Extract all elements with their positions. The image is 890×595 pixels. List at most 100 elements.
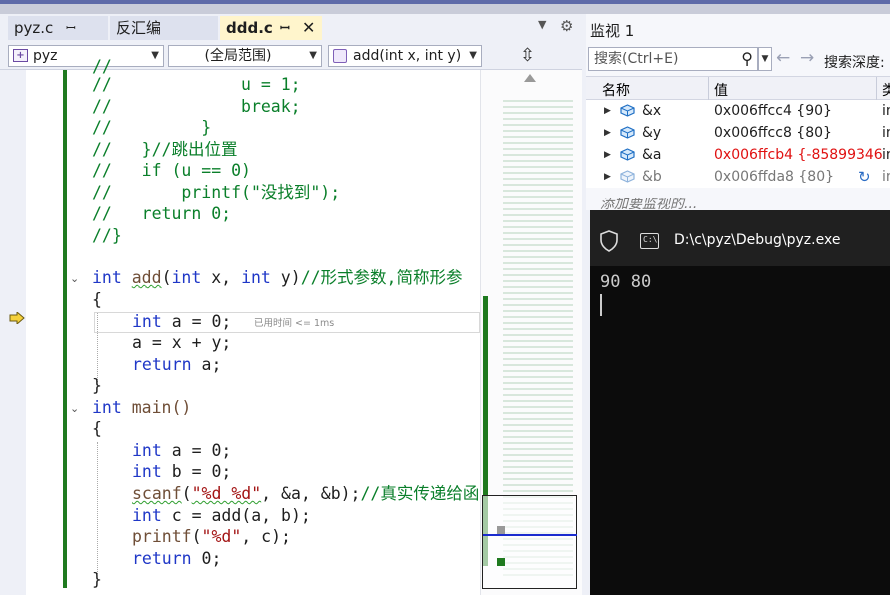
watch-row-b[interactable]: ▶ &b 0x006ffda8 {80} ↻ in [586, 166, 890, 188]
console-window[interactable]: C:\ D:\c\pyz\Debug\pyz.exe 90 80 [590, 210, 890, 595]
code-token: a = 0; [161, 441, 232, 460]
watch-search-input[interactable]: 搜索(Ctrl+E) ⚲ [588, 47, 758, 71]
console-cursor [600, 294, 602, 316]
code-line: int b = 0; [132, 461, 231, 483]
pin-icon[interactable]: ꟷ [280, 16, 290, 40]
tab-list-dropdown-icon[interactable]: ▼ [538, 18, 546, 31]
watch-type: in [882, 169, 890, 185]
tab-label: 反汇编 [116, 19, 162, 37]
watch-value[interactable]: 0x006ffcc4 {90} [714, 100, 884, 122]
tab-label: ddd.c [226, 19, 273, 37]
arrow-right-icon[interactable]: → [800, 48, 814, 68]
console-title: D:\c\pyz\Debug\pyz.exe [674, 232, 841, 248]
minimap-marker [497, 558, 505, 566]
code-token: "%d" [201, 527, 242, 546]
minimap-marker [497, 526, 505, 534]
watch-type: in [882, 125, 890, 141]
code-line: // break; [92, 97, 301, 116]
code-token: ( [161, 268, 172, 287]
code-token: //真实传递给函 [360, 484, 480, 503]
terminal-icon: C:\ [640, 233, 659, 249]
minimap-viewport-thumb[interactable] [482, 495, 577, 589]
code-token: x, [201, 268, 242, 287]
column-value[interactable]: 值 [714, 80, 728, 100]
code-line: // u = 1; [92, 75, 301, 94]
code-token: int [132, 312, 162, 331]
code-token: //形式参数,简称形参 [300, 268, 463, 287]
expand-icon[interactable]: ▶ [604, 100, 611, 122]
code-token: c = add(a, b); [161, 506, 311, 525]
code-token: , &a, &b); [261, 484, 361, 503]
minimap-caret-line [483, 534, 577, 536]
search-options-dropdown[interactable]: ▼ [758, 47, 772, 71]
watch-name: &b [642, 169, 662, 185]
watch-name: &x [642, 103, 662, 119]
gear-icon[interactable]: ⚙ [560, 17, 573, 35]
scroll-up-icon[interactable] [524, 74, 536, 82]
watch-type: in [882, 103, 890, 119]
code-token: int [132, 462, 162, 481]
close-icon[interactable]: ✕ [302, 16, 315, 40]
watch-row-x[interactable]: ▶ &x 0x006ffcc4 {90} in [586, 100, 890, 122]
tab-ddd-c[interactable]: ddd.c ꟷ ✕ [220, 16, 322, 40]
code-token: scanf [132, 484, 182, 503]
add-watch-input[interactable]: 添加要监视的... [586, 198, 890, 210]
arrow-left-icon[interactable]: ← [776, 48, 790, 68]
tab-disassembly[interactable]: 反汇编 [110, 16, 218, 40]
code-token: int [241, 268, 271, 287]
code-line: a = x + y; [132, 333, 232, 352]
watch-value[interactable]: 0x006ffcc8 {80} [714, 122, 884, 144]
code-token: main() [121, 398, 192, 417]
code-line-current: int a = 0; [132, 311, 231, 333]
expand-icon[interactable]: ▶ [604, 166, 611, 188]
watch-row-y[interactable]: ▶ &y 0x006ffcc8 {80} in [586, 122, 890, 144]
code-line: return 0; [132, 548, 221, 570]
watch-name: &y [642, 125, 662, 141]
search-placeholder: 搜索(Ctrl+E) [594, 51, 679, 67]
code-token: a; [191, 355, 222, 374]
search-icon[interactable]: ⚲ [741, 48, 753, 70]
refresh-icon[interactable]: ↻ [858, 166, 871, 188]
watch-name: &a [642, 147, 662, 163]
expand-icon[interactable]: ▶ [604, 122, 611, 144]
code-line-add-signature: int add(int x, int y)//形式参数,简称形参 [92, 267, 463, 289]
code-token: y) [270, 268, 301, 287]
change-tracking-bar [63, 70, 67, 588]
tab-label: pyz.c [14, 19, 54, 37]
split-window-icon[interactable]: ⇳ [520, 45, 535, 66]
variable-cube-icon [620, 104, 635, 117]
code-editor[interactable]: // // u = 1; // break; // } // }//跳出位置 /… [0, 57, 582, 595]
code-token: "%d %d" [191, 484, 262, 503]
console-titlebar[interactable]: C:\ D:\c\pyz\Debug\pyz.exe [590, 210, 890, 266]
code-token: int [132, 506, 162, 525]
scrollbar-minimap[interactable] [480, 70, 582, 595]
column-type[interactable]: 类 [882, 80, 890, 100]
watch-value[interactable]: 0x006ffda8 {80} [714, 166, 854, 188]
code-line: // }//跳出位置 [92, 139, 237, 161]
code-token: 0; [191, 549, 222, 568]
watch-value-changed[interactable]: 0x006ffcb4 {-85899346... [714, 144, 884, 166]
title-strip [0, 0, 890, 14]
column-name[interactable]: 名称 [602, 80, 630, 100]
tab-pyz-c[interactable]: pyz.c ꟷ [8, 16, 108, 40]
code-line: scanf("%d %d", &a, &b);//真实传递给函 [132, 483, 479, 505]
fold-toggle-icon[interactable]: ⌄ [70, 272, 79, 285]
indicator-margin[interactable] [0, 70, 26, 595]
console-output: 90 80 [600, 272, 652, 292]
code-line: // if (u == 0) [92, 161, 251, 180]
code-line: { [92, 419, 102, 438]
fold-toggle-icon[interactable]: ⌄ [70, 402, 79, 415]
perf-tip: 已用时间 <= 1ms [254, 318, 335, 329]
pin-icon[interactable]: ꟷ [66, 16, 76, 40]
watch-column-header: 名称 值 类 [586, 76, 890, 101]
project-name: pyz [33, 48, 58, 64]
code-token: int [92, 398, 122, 417]
watch-panel: 监视 1 搜索(Ctrl+E) ⚲ ▼ ← → 搜索深度: 名称 值 类 ▶ &… [586, 14, 890, 210]
indent-guide [97, 442, 98, 574]
code-line: int a = 0; [132, 440, 231, 462]
code-line: // } [92, 118, 212, 137]
code-line: } [92, 570, 102, 589]
code-line: //} [92, 226, 122, 245]
expand-icon[interactable]: ▶ [604, 144, 611, 166]
watch-row-a[interactable]: ▶ &a 0x006ffcb4 {-85899346... in [586, 144, 890, 166]
